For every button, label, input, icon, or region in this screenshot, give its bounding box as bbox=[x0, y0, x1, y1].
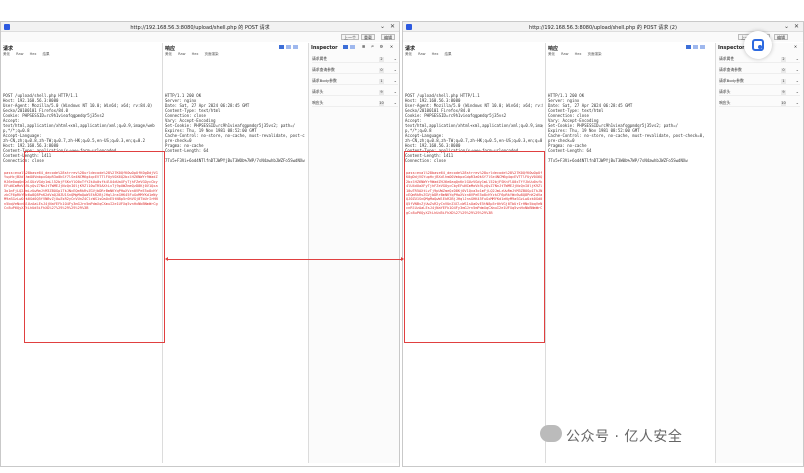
inspector-row[interactable]: 请求查询参数 0 ⌄ bbox=[719, 66, 800, 74]
response-tabs: 美化 Raw Hex 页面渲染 bbox=[548, 52, 607, 57]
arrow-head-right-icon bbox=[401, 257, 404, 261]
nav-bar: 上一个 重载 编辑 bbox=[1, 32, 399, 42]
layout-split-icon[interactable] bbox=[686, 45, 691, 49]
edit-button[interactable]: 编辑 bbox=[774, 34, 788, 40]
chevron-down-icon[interactable]: ⌄ bbox=[784, 23, 789, 30]
inspector-panel: Inspector ≣ ✕ 请求属性2⌄ 请求查询参数0⌄ 请求Body参数1⌄… bbox=[716, 43, 803, 463]
tab-pretty[interactable]: 美化 bbox=[165, 52, 172, 56]
chevron-down-icon: ⌄ bbox=[795, 100, 799, 105]
layout-split-icon[interactable] bbox=[279, 45, 284, 49]
tab-raw[interactable]: Raw bbox=[418, 52, 425, 56]
tab-raw[interactable]: Raw bbox=[178, 52, 185, 56]
response-title: 响应 bbox=[165, 46, 176, 52]
settings-icon[interactable]: ≣ bbox=[362, 44, 365, 50]
highlight-box-right bbox=[404, 151, 545, 343]
chevron-down-icon: ⌄ bbox=[795, 89, 799, 94]
window-titlebar: http://192.168.56.3:8080/upload/shell.ph… bbox=[403, 22, 803, 32]
reload-button[interactable]: 重载 bbox=[361, 34, 375, 40]
request-tabs: 美化 Raw Hex 结果 bbox=[3, 52, 55, 57]
layout-stack-icon[interactable] bbox=[286, 45, 291, 49]
tab-pretty[interactable]: 美化 bbox=[548, 52, 555, 56]
tab-render[interactable]: 页面渲染 bbox=[588, 52, 602, 56]
chevron-down-icon: ⌄ bbox=[795, 78, 799, 83]
inspector-title: Inspector bbox=[311, 45, 338, 51]
response-title: 响应 bbox=[548, 46, 559, 52]
layout-single-icon[interactable] bbox=[293, 45, 298, 49]
close-icon[interactable]: ✕ bbox=[794, 23, 799, 30]
tab-hex[interactable]: Hex bbox=[575, 52, 582, 56]
tab-raw[interactable]: Raw bbox=[16, 52, 23, 56]
tab-render[interactable]: 页面渲染 bbox=[205, 52, 219, 56]
chevron-down-icon[interactable]: ⌄ bbox=[380, 23, 385, 30]
response-pane: 响应 美化 Raw Hex 页面渲染 HTTP/1.1 200 OK Serve… bbox=[163, 43, 309, 463]
tab-raw[interactable]: Raw bbox=[561, 52, 568, 56]
inspector-row[interactable]: 请求属性 2 ⌄ bbox=[312, 55, 398, 63]
request-title: 请求 bbox=[3, 46, 14, 52]
inspector-panel: Inspector ≣ ⌕ ⚙ ✕ 请求属性 2 ⌄ 请求查询参数 0 ⌄ 请求Body… bbox=[309, 43, 399, 463]
edit-button[interactable]: 编辑 bbox=[381, 34, 395, 40]
chevron-down-icon: ⌄ bbox=[393, 78, 397, 83]
tab-result[interactable]: 结果 bbox=[43, 52, 50, 56]
gear-icon[interactable]: ⚙ bbox=[380, 44, 383, 50]
chevron-down-icon: ⌄ bbox=[795, 67, 799, 72]
layout-stack-icon[interactable] bbox=[350, 45, 355, 49]
chevron-down-icon: ⌄ bbox=[393, 56, 397, 61]
chevron-down-icon: ⌄ bbox=[795, 56, 799, 61]
window-titlebar: http://192.168.56.3:8080/upload/shell.ph… bbox=[1, 22, 399, 32]
compare-arrow-line bbox=[168, 259, 401, 260]
wechat-logo-icon bbox=[540, 425, 562, 442]
close-icon[interactable]: ✕ bbox=[390, 23, 395, 30]
tab-hex[interactable]: Hex bbox=[192, 52, 199, 56]
scan-icon bbox=[752, 39, 764, 51]
highlight-box-left bbox=[24, 151, 165, 343]
response-tabs: 美化 Raw Hex 页面渲染 bbox=[165, 52, 224, 57]
request-tabs: 美化 Raw Hex 结果 bbox=[405, 52, 457, 57]
layout-single-icon[interactable] bbox=[700, 45, 705, 49]
response-headers: HTTP/1.1 200 OK Server: nginx Date: Sat,… bbox=[165, 93, 305, 163]
arrow-head-left-icon bbox=[165, 257, 168, 261]
response-body: 7Tx5+F3Vi+6od4NTlfnDTJWPYjBuT3WOb%7WP/7s… bbox=[165, 158, 305, 163]
search-icon[interactable]: ⌕ bbox=[371, 44, 374, 50]
chevron-down-icon: ⌄ bbox=[393, 100, 397, 105]
tab-hex[interactable]: Hex bbox=[30, 52, 37, 56]
layout-stack-icon[interactable] bbox=[693, 45, 698, 49]
tab-pretty[interactable]: 美化 bbox=[3, 52, 10, 56]
tab-pretty[interactable]: 美化 bbox=[405, 52, 412, 56]
window-title: http://192.168.56.3:8080/upload/shell.ph… bbox=[130, 25, 270, 31]
inspector-row[interactable]: 请求Body参数 1 ⌄ bbox=[719, 77, 800, 85]
close-icon[interactable]: ✕ bbox=[794, 44, 797, 50]
layout-split-icon[interactable] bbox=[343, 45, 348, 49]
prev-button[interactable]: 上一个 bbox=[341, 34, 359, 40]
inspector-row[interactable]: 响应头 10 ⌄ bbox=[719, 99, 800, 107]
response-body: 7Tx5+F3Vi+6od4NTlfnDTJWPYjBuT3W0b%7WP/7s… bbox=[548, 158, 688, 163]
inspector-row[interactable]: 请求查询参数 0 ⌄ bbox=[312, 66, 398, 74]
request-title: 请求 bbox=[405, 46, 416, 52]
window-title: http://192.168.56.3:8080/upload/shell.ph… bbox=[529, 25, 677, 31]
tab-result[interactable]: 结果 bbox=[445, 52, 452, 56]
inspector-title: Inspector bbox=[718, 45, 745, 51]
response-headers: HTTP/1.1 200 OK Server: nginx Date: Sat,… bbox=[548, 93, 713, 163]
nav-bar: 上一个 重载 编辑 bbox=[403, 32, 803, 42]
tab-hex[interactable]: Hex bbox=[432, 52, 439, 56]
inspector-row[interactable]: 请求头 9 ⌄ bbox=[312, 88, 398, 96]
close-icon[interactable]: ✕ bbox=[390, 44, 393, 50]
chevron-down-icon: ⌄ bbox=[393, 67, 397, 72]
inspector-row[interactable]: 响应头 10 ⌄ bbox=[312, 99, 398, 107]
inspector-row[interactable]: 请求Body参数 1 ⌄ bbox=[312, 77, 398, 85]
watermark: 公众号 · 亿人安全 bbox=[566, 429, 683, 445]
response-pane: 响应 美化 Raw Hex 页面渲染 HTTP/1.1 200 OK Serve… bbox=[546, 43, 716, 463]
inspector-row[interactable]: 请求头 9 ⌄ bbox=[719, 88, 800, 96]
chevron-down-icon: ⌄ bbox=[393, 89, 397, 94]
scan-button[interactable] bbox=[744, 31, 772, 59]
